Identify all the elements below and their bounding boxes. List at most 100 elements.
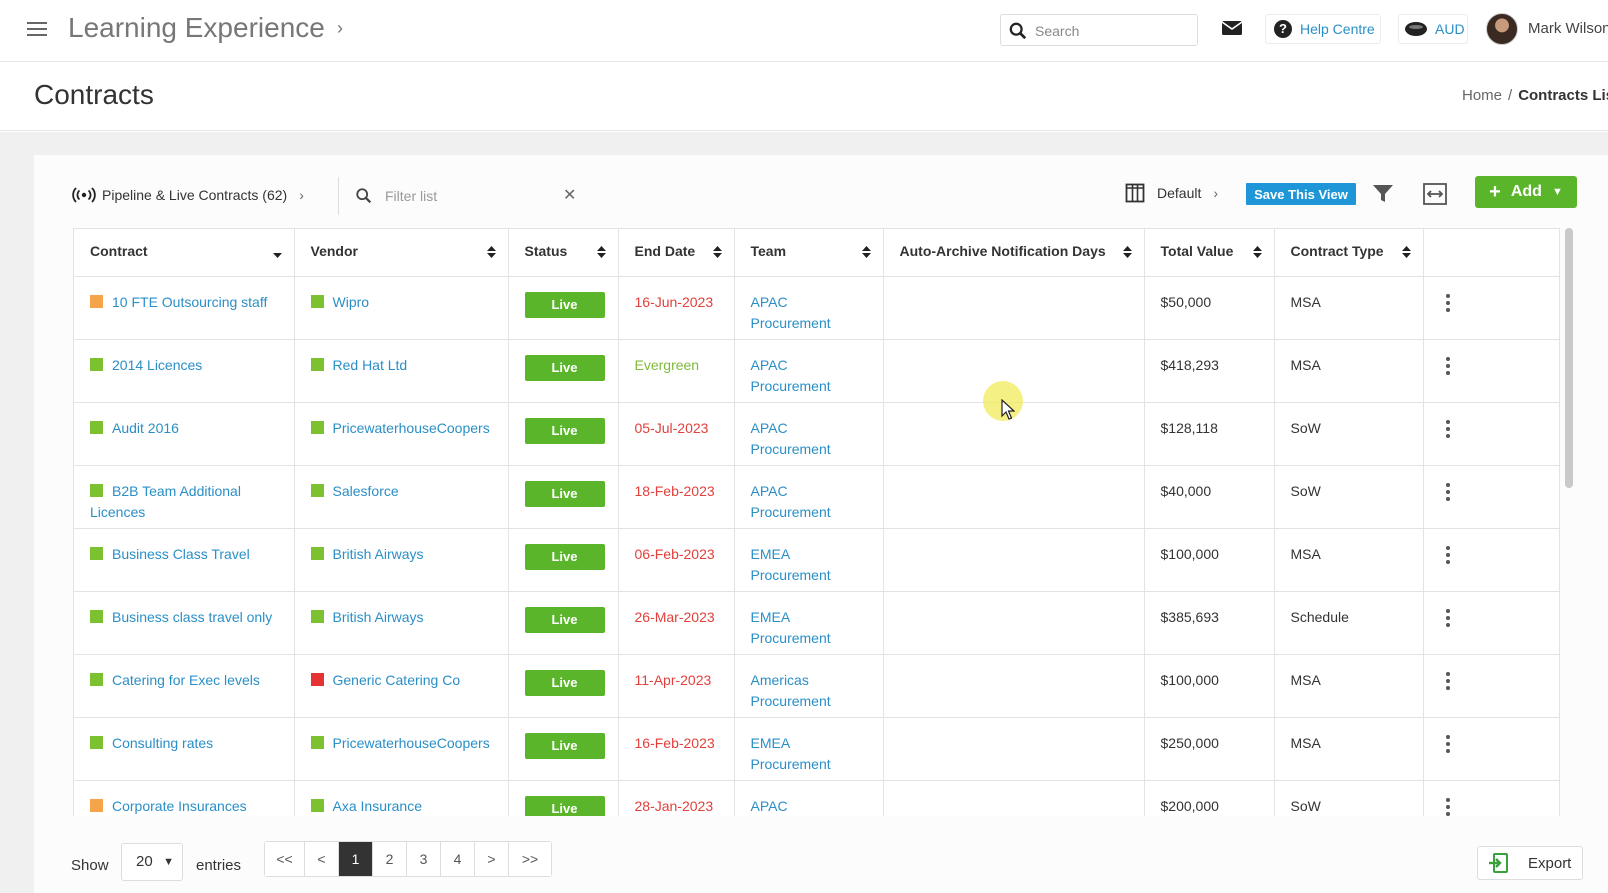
vendor-link[interactable]: British Airways <box>333 546 424 562</box>
page-next-button[interactable]: > <box>475 842 509 876</box>
team-link[interactable]: EMEA Procurement <box>751 546 831 583</box>
table-row[interactable]: Business Class Travel British Airways Live… <box>74 528 1559 592</box>
table-row[interactable]: Business class travel only British Airway… <box>74 591 1559 655</box>
more-options-icon[interactable] <box>1445 734 1450 753</box>
column-label: Vendor <box>310 243 358 259</box>
currency-button[interactable]: AUD <box>1398 14 1468 44</box>
app-title[interactable]: Learning Experience <box>68 12 325 44</box>
cell-total-value: $128,118 <box>1144 402 1275 466</box>
contract-link[interactable]: B2B Team Additional Licences <box>90 483 241 520</box>
column-header-total-value[interactable]: Total Value <box>1144 229 1275 277</box>
pipeline-selector[interactable]: Pipeline & Live Contracts (62) › <box>72 187 304 203</box>
table-scrollbar[interactable] <box>1565 228 1573 488</box>
filter-input[interactable] <box>385 186 545 206</box>
vendor-link[interactable]: Axa Insurance <box>333 798 423 814</box>
more-options-icon[interactable] <box>1445 482 1450 501</box>
vendor-link[interactable]: British Airways <box>333 609 424 625</box>
contract-link[interactable]: Corporate Insurances <box>112 798 247 814</box>
chevron-right-icon: › <box>299 187 304 203</box>
cell-total-value: $100,000 <box>1144 528 1275 592</box>
contract-link[interactable]: Consulting rates <box>112 735 213 751</box>
filter-icon[interactable] <box>1372 184 1394 204</box>
team-link[interactable]: APAC Procurement <box>751 483 831 520</box>
table-row[interactable]: Audit 2016 PricewaterhouseCoopers Live 05-J… <box>74 402 1559 466</box>
column-header-actions <box>1423 229 1559 277</box>
more-options-icon[interactable] <box>1445 671 1450 690</box>
contract-link[interactable]: Catering for Exec levels <box>112 672 260 688</box>
page-size-select[interactable]: 20 ▼ <box>121 843 183 881</box>
vendor-link[interactable]: Red Hat Ltd <box>333 357 408 373</box>
more-options-icon[interactable] <box>1445 293 1450 312</box>
show-label: Show <box>71 857 109 874</box>
column-header-contract[interactable]: Contract <box>74 229 295 277</box>
team-link[interactable]: APAC Procurement <box>751 357 831 394</box>
team-link[interactable]: EMEA Procurement <box>751 609 831 646</box>
page-first-button[interactable]: << <box>265 842 305 876</box>
team-link[interactable]: APAC Procurement <box>751 798 831 817</box>
global-search[interactable] <box>1000 14 1198 46</box>
table-row[interactable]: Catering for Exec levels Generic Catering… <box>74 654 1559 718</box>
cell-end-date: 26-Mar-2023 <box>618 591 735 655</box>
page-3-button[interactable]: 3 <box>407 842 441 876</box>
view-selector[interactable]: Default › <box>1125 183 1218 203</box>
page-last-button[interactable]: >> <box>509 842 551 876</box>
sort-icon <box>861 246 871 258</box>
clear-filter-icon[interactable]: ✕ <box>563 185 576 205</box>
page-4-button[interactable]: 4 <box>441 842 475 876</box>
menu-icon[interactable] <box>27 22 47 38</box>
contract-link[interactable]: 2014 Licences <box>112 357 202 373</box>
breadcrumb-home[interactable]: Home <box>1462 87 1502 104</box>
cell-actions <box>1423 654 1559 718</box>
mail-icon[interactable] <box>1221 19 1243 37</box>
more-options-icon[interactable] <box>1445 356 1450 375</box>
column-header-contract-type[interactable]: Contract Type <box>1274 229 1424 277</box>
column-header-team[interactable]: Team <box>734 229 884 277</box>
vendor-link[interactable]: Salesforce <box>333 483 399 499</box>
team-link[interactable]: APAC Procurement <box>751 294 831 331</box>
cell-vendor: Axa Insurance <box>294 780 509 816</box>
cell-auto-archive <box>883 654 1145 718</box>
table-row[interactable]: B2B Team Additional Licences Salesforce Li… <box>74 465 1559 529</box>
contract-link[interactable]: Business Class Travel <box>112 546 250 562</box>
table-row[interactable]: Consulting rates PricewaterhouseCoopers Li… <box>74 717 1559 781</box>
more-options-icon[interactable] <box>1445 608 1450 627</box>
page-1-button[interactable]: 1 <box>339 842 373 876</box>
column-header-status[interactable]: Status <box>508 229 619 277</box>
team-link[interactable]: Americas Procurement <box>751 672 831 709</box>
team-link[interactable]: APAC Procurement <box>751 420 831 457</box>
chevron-right-icon[interactable]: › <box>337 18 343 39</box>
vendor-link[interactable]: Wipro <box>333 294 370 310</box>
cell-status: Live <box>508 465 619 529</box>
more-options-icon[interactable] <box>1445 419 1450 438</box>
filter-list[interactable]: ✕ <box>355 181 576 211</box>
avatar[interactable] <box>1486 13 1518 45</box>
column-header-vendor[interactable]: Vendor <box>294 229 509 277</box>
search-input[interactable] <box>1035 21 1185 41</box>
page-2-button[interactable]: 2 <box>373 842 407 876</box>
table-row[interactable]: Corporate Insurances Axa Insurance Live 28-… <box>74 780 1559 817</box>
vendor-link[interactable]: PricewaterhouseCoopers <box>333 735 490 751</box>
vendor-link[interactable]: PricewaterhouseCoopers <box>333 420 490 436</box>
vendor-status-marker <box>310 420 324 434</box>
user-name[interactable]: Mark Wilson <box>1528 20 1608 37</box>
help-centre-button[interactable]: ? Help Centre <box>1265 14 1381 44</box>
expand-width-icon[interactable] <box>1423 183 1447 205</box>
column-header-end-date[interactable]: End Date <box>618 229 735 277</box>
team-link[interactable]: EMEA Procurement <box>751 735 831 772</box>
cell-contract-type: SoW <box>1274 402 1424 466</box>
page-prev-button[interactable]: < <box>305 842 339 876</box>
save-view-button[interactable]: Save This View <box>1246 183 1356 205</box>
export-button[interactable]: Export <box>1477 846 1583 880</box>
contract-link[interactable]: Audit 2016 <box>112 420 179 436</box>
more-options-icon[interactable] <box>1445 797 1450 816</box>
cell-vendor: Generic Catering Co <box>294 654 509 718</box>
add-button[interactable]: + Add ▼ <box>1475 176 1577 208</box>
more-options-icon[interactable] <box>1445 545 1450 564</box>
vendor-status-marker <box>310 609 324 623</box>
contract-link[interactable]: 10 FTE Outsourcing staff <box>112 294 267 310</box>
contract-link[interactable]: Business class travel only <box>112 609 272 625</box>
table-row[interactable]: 10 FTE Outsourcing staff Wipro Live 16-Jun-… <box>74 276 1559 340</box>
column-header-auto-archive[interactable]: Auto-Archive Notification Days <box>883 229 1145 277</box>
vendor-link[interactable]: Generic Catering Co <box>333 672 461 688</box>
table-row[interactable]: 2014 Licences Red Hat Ltd Live Evergreen APA… <box>74 339 1559 403</box>
